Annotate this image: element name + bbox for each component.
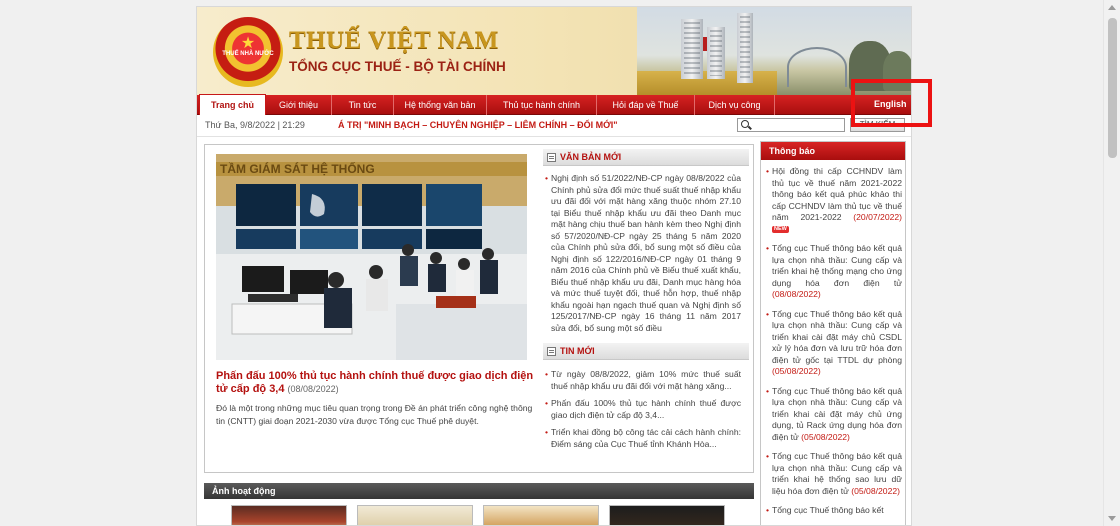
current-datetime: Thứ Ba, 9/8/2022 | 21:29 <box>205 120 305 130</box>
main-nav: Trang chủ Giới thiệu Tin tức Hệ thống vă… <box>197 94 911 115</box>
nav-news[interactable]: Tin tức <box>332 95 394 115</box>
notice-date: (05/08/2022) <box>851 485 900 496</box>
gallery-thumbnail[interactable] <box>609 505 725 525</box>
site-subtitle: TỔNG CỤC THUẾ - BỘ TÀI CHÍNH <box>289 59 506 74</box>
featured-news-photo[interactable]: TẦM GIÁM SÁT HỆ THỐNG <box>216 154 527 360</box>
notice-date: (05/08/2022) <box>801 431 850 442</box>
notice-list: Hội đồng thi cấp CCHNDV làm thủ tục về t… <box>766 166 902 525</box>
building-graphic <box>707 27 725 79</box>
star-icon: ★ <box>240 33 256 52</box>
document-icon <box>547 347 556 356</box>
featured-news-title[interactable]: Phấn đấu 100% thủ tục hành chính thuế đư… <box>216 370 534 396</box>
list-item[interactable]: Triển khai đồng bộ công tác cải cách hàn… <box>545 427 741 450</box>
van-ban-moi-header: VĂN BẢN MỚI <box>543 149 749 166</box>
notice-date: (20/07/2022) <box>853 212 903 222</box>
gallery-heading: Ảnh hoạt động <box>204 483 754 499</box>
list-item[interactable]: Nghị định số 51/2022/NĐ-CP ngày 08/8/202… <box>545 173 741 334</box>
emblem-text: THUẾ NHÀ NƯỚC <box>222 51 274 57</box>
document-icon <box>547 153 556 162</box>
page-container: ★ THUẾ NHÀ NƯỚC THUẾ VIỆT NAM TỔNG CỤC T… <box>196 6 912 526</box>
notice-date: (08/08/2022) <box>772 289 821 299</box>
list-item[interactable]: Từ ngày 08/8/2022, giảm 10% mức thuế suấ… <box>545 369 741 392</box>
list-item[interactable]: Phấn đấu 100% thủ tục hành chính thuế đư… <box>545 398 741 421</box>
notice-item[interactable]: Hội đồng thi cấp CCHNDV làm thủ tục về t… <box>766 166 902 235</box>
featured-news-box: TẦM GIÁM SÁT HỆ THỐNG Phấn đấu 100% thủ … <box>204 144 754 473</box>
bridge-graphic <box>787 47 847 87</box>
nav-public-services[interactable]: Dịch vụ công <box>695 95 775 115</box>
tin-moi-header: TIN MỚI <box>543 343 749 360</box>
site-header: ★ THUẾ NHÀ NƯỚC THUẾ VIỆT NAM TỔNG CỤC T… <box>197 7 911 95</box>
notice-text[interactable]: Tổng cục Thuế thông báo kết quả lựa chọn… <box>772 243 902 288</box>
tin-moi-list: Từ ngày 08/8/2022, giảm 10% mức thuế suấ… <box>545 369 741 456</box>
notice-item[interactable]: Tổng cục Thuế thông báo kết quả lựa chọn… <box>766 451 902 497</box>
gallery-thumbnail[interactable] <box>483 505 599 525</box>
notice-item[interactable]: Tổng cục Thuế thông báo kết <box>766 505 902 517</box>
search-icon <box>741 120 749 128</box>
slogan-marquee: Á TRỊ "MINH BẠCH – CHUYÊN NGHIỆP – LIÊM … <box>338 120 618 130</box>
notice-text[interactable]: Tổng cục Thuế thông báo kết quả lựa chọn… <box>772 309 902 365</box>
tax-emblem-logo[interactable]: ★ THUẾ NHÀ NƯỚC <box>213 17 283 87</box>
scroll-thumb[interactable] <box>1108 18 1117 158</box>
nav-home[interactable]: Trang chủ <box>199 94 266 115</box>
notice-item[interactable]: Tổng cục Thuế thông báo kết quả lựa chọn… <box>766 243 902 301</box>
site-title[interactable]: THUẾ VIỆT NAM <box>289 27 499 55</box>
nav-documents[interactable]: Hệ thống văn bản <box>394 95 487 115</box>
control-room-illustration: TẦM GIÁM SÁT HỆ THỐNG <box>216 154 527 360</box>
featured-news-date: (08/08/2022) <box>287 384 339 394</box>
van-ban-moi-heading[interactable]: VĂN BẢN MỚI <box>560 152 621 162</box>
notice-panel: Thông báo Hội đồng thi cấp CCHNDV làm th… <box>760 141 906 525</box>
nav-admin-procedures[interactable]: Thủ tục hành chính <box>487 95 597 115</box>
notice-heading[interactable]: Thông báo <box>761 142 905 160</box>
notice-date: (05/08/2022) <box>772 366 821 376</box>
building-graphic <box>681 19 703 79</box>
featured-news-title-text[interactable]: Phấn đấu 100% thủ tục hành chính thuế đư… <box>216 370 533 395</box>
gallery-thumbnail[interactable] <box>357 505 473 525</box>
featured-news-description: Đó là một trong những mục tiêu quan trọn… <box>216 403 533 426</box>
scroll-up-arrow-icon[interactable] <box>1108 5 1116 10</box>
building-graphic <box>737 13 753 83</box>
new-badge: NEW <box>772 225 789 233</box>
notice-item[interactable]: Tổng cục Thuế thông báo kết quả lựa chọn… <box>766 309 902 378</box>
nav-about[interactable]: Giới thiệu <box>266 95 332 115</box>
nav-tax-qa[interactable]: Hỏi đáp về Thuế <box>597 95 695 115</box>
scroll-down-arrow-icon[interactable] <box>1108 516 1116 521</box>
van-ban-moi-list: Nghị định số 51/2022/NĐ-CP ngày 08/8/202… <box>545 173 741 343</box>
info-bar: Thứ Ba, 9/8/2022 | 21:29 Á TRỊ "MINH BẠC… <box>197 115 911 137</box>
highlight-annotation-box <box>851 79 932 127</box>
notice-item[interactable]: Tổng cục Thuế thông báo kết quả lựa chọn… <box>766 386 902 444</box>
tin-moi-heading[interactable]: TIN MỚI <box>560 346 595 356</box>
notice-text[interactable]: Tổng cục Thuế thông báo kết <box>772 505 884 515</box>
vertical-scrollbar[interactable] <box>1103 0 1120 526</box>
photo-wall-caption: TẦM GIÁM SÁT HỆ THỐNG <box>220 161 375 176</box>
search-input[interactable] <box>737 118 845 132</box>
gallery-thumbnail[interactable] <box>231 505 347 525</box>
